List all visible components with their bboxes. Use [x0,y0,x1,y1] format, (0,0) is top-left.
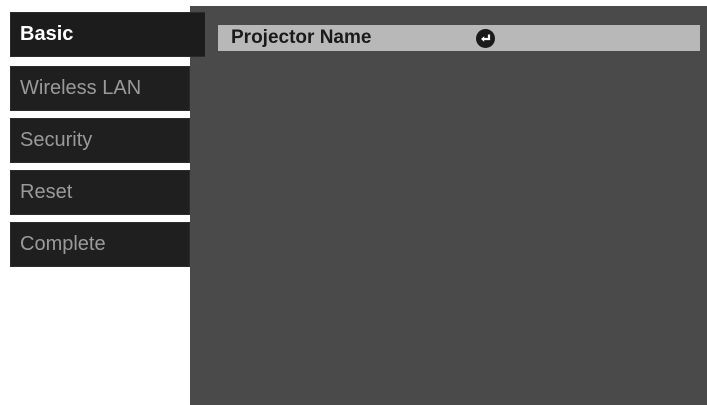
tab-wireless-lan-label: Wireless LAN [20,77,142,99]
tab-basic-label: Basic [20,23,74,45]
tab-complete[interactable]: Complete [10,222,190,267]
tab-basic[interactable]: Basic [10,12,205,57]
tab-wireless-lan[interactable]: Wireless LAN [10,66,190,111]
tab-security-label: Security [20,129,93,151]
projector-name-label: Projector Name [231,27,372,48]
tab-security[interactable]: Security [10,118,190,163]
enter-icon [476,28,495,48]
tab-reset[interactable]: Reset [10,170,190,215]
projector-name-row[interactable]: Projector Name [218,25,700,51]
tab-reset-label: Reset [20,181,73,203]
tab-complete-label: Complete [20,233,106,255]
settings-panel: Projector Name [190,6,707,405]
projector-menu-screen: Projector Name Basic Wireless LAN Securi… [0,0,707,405]
